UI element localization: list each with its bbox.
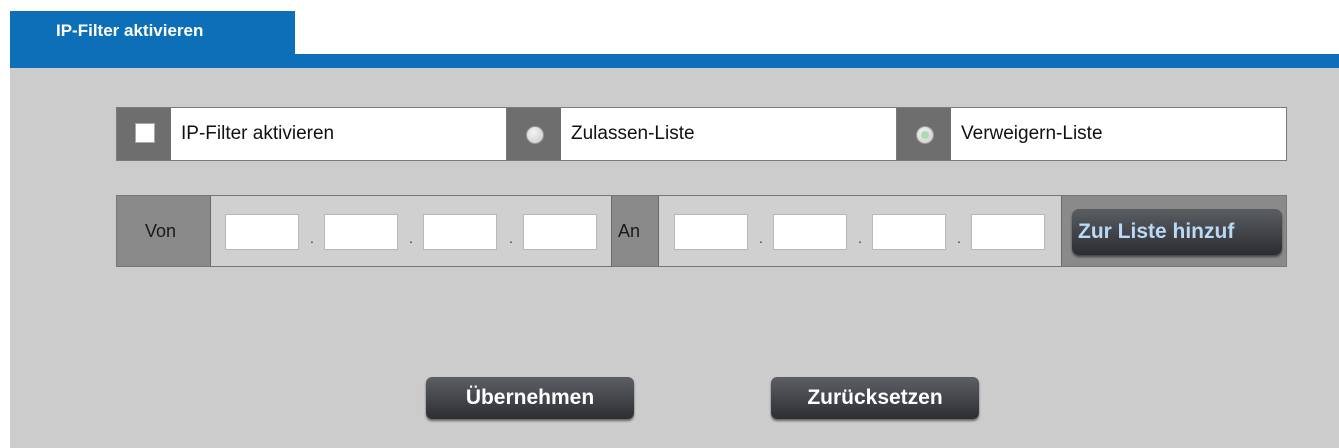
- octet-separator: .: [509, 230, 513, 246]
- to-label: An: [611, 196, 659, 266]
- apply-button[interactable]: Übernehmen: [426, 377, 634, 419]
- deny-list-label: Verweigern-Liste: [951, 108, 1286, 160]
- from-octet-4[interactable]: [523, 214, 597, 250]
- to-octet-2[interactable]: [773, 214, 847, 250]
- from-octet-2[interactable]: [324, 214, 398, 250]
- to-octet-4[interactable]: [971, 214, 1045, 250]
- from-octet-3[interactable]: [423, 214, 497, 250]
- add-to-list-button[interactable]: Zur Liste hinzuf: [1072, 209, 1282, 255]
- tab-label: IP-Filter aktivieren: [56, 21, 204, 40]
- octet-separator: .: [957, 230, 961, 246]
- octet-separator: .: [409, 230, 413, 246]
- ip-range-row: Von . . . An . . . Zur Liste hinzuf: [116, 195, 1287, 267]
- from-octet-1[interactable]: [225, 214, 299, 250]
- filter-options-row: IP-Filter aktivieren Zulassen-Liste Verw…: [116, 107, 1287, 161]
- octet-separator: .: [310, 230, 314, 246]
- deny-radio-cell: [897, 108, 951, 160]
- to-octet-1[interactable]: [674, 214, 748, 250]
- allow-list-radio[interactable]: [526, 126, 544, 144]
- deny-list-radio[interactable]: [916, 126, 934, 144]
- octet-separator: .: [759, 230, 763, 246]
- from-label: Von: [117, 196, 211, 266]
- enable-ip-filter-checkbox[interactable]: [135, 123, 155, 143]
- add-button-cell: Zur Liste hinzuf: [1061, 196, 1286, 266]
- tab-ip-filter[interactable]: IP-Filter aktivieren: [10, 11, 295, 54]
- allow-radio-cell: [507, 108, 561, 160]
- enable-ip-filter-label: IP-Filter aktivieren: [171, 108, 507, 160]
- to-octet-3[interactable]: [872, 214, 946, 250]
- enable-checkbox-cell: [117, 108, 171, 160]
- reset-button[interactable]: Zurücksetzen: [771, 377, 979, 419]
- allow-list-label: Zulassen-Liste: [561, 108, 897, 160]
- tab-underline-bar: [10, 54, 1339, 68]
- octet-separator: .: [858, 230, 862, 246]
